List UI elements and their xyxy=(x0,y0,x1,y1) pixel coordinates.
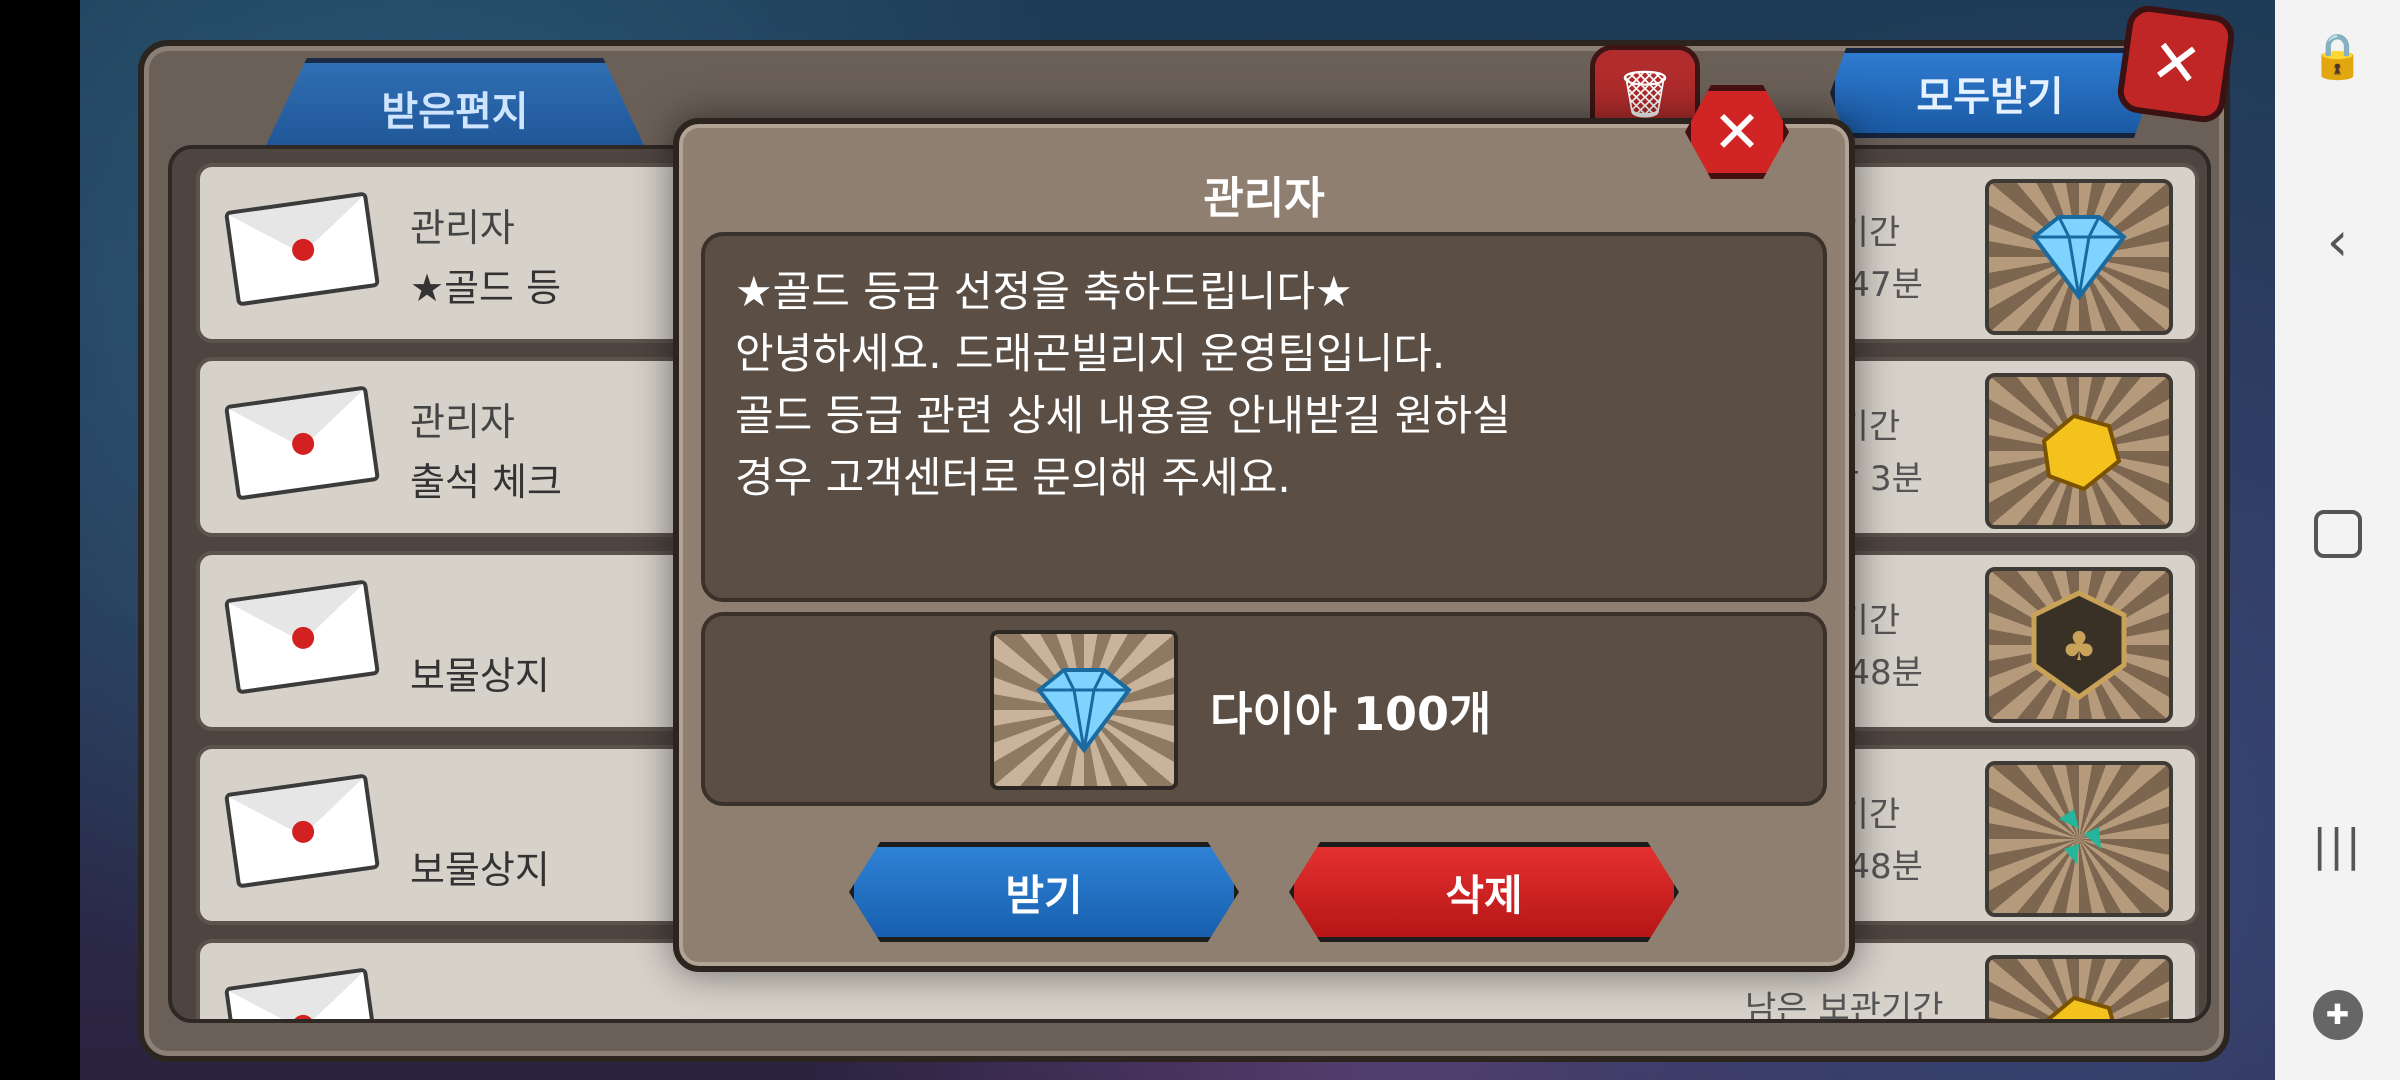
gem-shards-icon xyxy=(1985,761,2173,917)
envelope-icon xyxy=(224,967,380,1019)
close-icon: ✕ xyxy=(2146,25,2206,103)
message-line: 골드 등급 관련 상세 내용을 안내받길 원하실 xyxy=(735,391,1511,440)
receive-button[interactable]: 받기 xyxy=(849,842,1239,942)
back-icon[interactable]: ‹ xyxy=(2275,210,2400,273)
game-screen: 받은편지 🗑 모두받기 ✕ 관리자 ★골드 등 보관기간 시간 47분 관리자 … xyxy=(80,0,2275,1080)
receive-all-button[interactable]: 모두받기 xyxy=(1830,48,2150,138)
mail-subject: ★골드 등 xyxy=(410,266,562,310)
mail-subject: 보물상지 xyxy=(410,654,550,698)
home-button[interactable] xyxy=(2275,510,2400,558)
message-line: ★골드 등급 선정을 축하드립니다★ xyxy=(735,267,1353,316)
emblem-icon: ♣ xyxy=(1985,567,2173,723)
system-nav-bar: 🔒 ‹ ||| ✚ xyxy=(2275,0,2400,1080)
reward-label: 다이아 100개 xyxy=(1210,687,1492,741)
gold-ore-icon xyxy=(1985,373,2173,529)
mail-sender: 관리자 xyxy=(410,400,515,444)
expiry-label: 남은 보관기간 xyxy=(1745,989,1944,1023)
envelope-icon xyxy=(224,191,380,307)
message-box: ★골드 등급 선정을 축하드립니다★ 안녕하세요. 드래곤빌리지 운영팀입니다.… xyxy=(701,232,1827,602)
envelope-icon xyxy=(224,579,380,695)
envelope-icon xyxy=(224,385,380,501)
delete-button[interactable]: 삭제 xyxy=(1289,842,1679,942)
mail-subject: 출석 체크 xyxy=(410,460,562,504)
reward-box: 다이아 100개 xyxy=(701,612,1827,806)
gold-ore-icon xyxy=(1985,955,2173,1019)
trash-icon: 🗑 xyxy=(1615,66,1675,121)
message-line: 안녕하세요. 드래곤빌리지 운영팀입니다. xyxy=(735,329,1446,378)
game-controller-icon[interactable]: ✚ xyxy=(2275,990,2400,1040)
message-line: 경우 고객센터로 문의해 주세요. xyxy=(735,453,1291,502)
recent-apps-icon[interactable]: ||| xyxy=(2275,820,2400,871)
dialog-title: 관리자 xyxy=(1203,173,1325,224)
mail-sender: 관리자 xyxy=(410,206,515,250)
svg-text:♣: ♣ xyxy=(2061,624,2097,670)
diamond-icon xyxy=(1985,179,2173,335)
diamond-icon xyxy=(990,630,1178,790)
mail-detail-dialog: 관리자 ★골드 등급 선정을 축하드립니다★ 안녕하세요. 드래곤빌리지 운영팀… xyxy=(673,118,1855,972)
tab-received-mail[interactable]: 받은편지 xyxy=(260,58,650,158)
mail-subject: 보물상지 xyxy=(410,848,550,892)
close-mailbox-button[interactable]: ✕ xyxy=(2115,3,2237,125)
screen-lock-icon[interactable]: 🔒 xyxy=(2275,30,2400,82)
envelope-icon xyxy=(224,773,380,889)
close-icon: ✕ xyxy=(1712,98,1762,166)
